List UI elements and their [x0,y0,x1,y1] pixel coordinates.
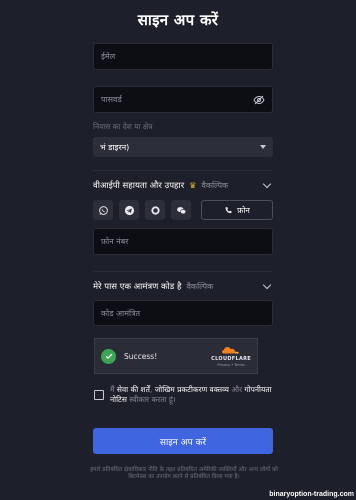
email-field[interactable]: ईमेल [93,43,273,70]
invite-title: मेरे पास एक आमंत्रण कोड है [93,281,182,292]
phone-button[interactable]: फ़ोन [201,200,273,220]
chevron-down-icon[interactable] [262,280,272,289]
email-placeholder: ईमेल [101,52,116,61]
divider [93,271,273,272]
terms-text-3: और [231,385,243,394]
eye-off-icon[interactable] [253,94,265,106]
terms-text-1: मैं [110,385,115,394]
telegram-icon [124,205,134,215]
phone-button-label: फ़ोन [237,205,250,215]
terms-text-4: स्वीकार करता हूं। [129,395,176,404]
vip-optional-label: वैकल्पिक [201,180,229,190]
terms-checkbox[interactable] [94,390,104,400]
captcha-status: Success! [124,351,158,361]
invite-optional-label: वैकल्पिक [186,281,214,291]
crown-icon: ♛ [189,180,197,190]
terms-agreement: मैं सेवा की शर्तें, जोखिम प्रकटीकरण वक्त… [94,385,274,405]
page-title: साइन अप करें [137,11,219,29]
whatsapp-button[interactable] [93,200,113,220]
wechat-icon [176,206,186,214]
wechat-button[interactable] [171,200,191,220]
signup-button[interactable]: साइन अप करें [93,428,273,454]
phone-number-field[interactable]: फ़ोन नंबर [93,228,273,255]
phone-icon [225,206,232,213]
caret-down-icon [260,145,266,149]
whatsapp-icon [98,205,108,215]
check-icon [101,348,116,364]
password-placeholder: पासवर्ड [101,95,122,104]
chevron-down-icon[interactable] [262,179,272,188]
password-field[interactable]: पासवर्ड [93,86,273,113]
watermark: binaryoption-trading.com [269,491,354,498]
country-label: निवास का देश या क्षेत्र [93,122,153,131]
telegram-button[interactable] [119,200,139,220]
signal-button[interactable] [145,200,165,220]
phone-number-placeholder: फ़ोन नंबर [101,237,129,246]
vip-title: वीआईपी सहायता और उपहार [93,180,185,191]
vip-section-header[interactable]: वीआईपी सहायता और उपहार ♛ वैकल्पिक [93,178,273,192]
invite-section-header[interactable]: मेरे पास एक आमंत्रण कोड है वैकल्पिक [93,279,273,293]
terms-text-2: , [149,385,153,394]
invite-code-field[interactable]: कोड आमंत्रित [93,300,273,326]
signup-page: साइन अप करें ईमेल पासवर्ड निवास का देश य… [0,0,356,500]
disclaimer-text: हमारे प्रतिबंधित क्षेत्राधिकार नीति के त… [90,467,278,480]
terms-of-service-link[interactable]: सेवा की शर्तें [117,385,150,394]
cloudflare-brand: CLOUDFLARE [211,356,251,362]
invite-code-placeholder: कोड आमंत्रित [101,308,141,318]
country-value: भं डाइरन) [100,142,130,152]
signup-button-label: साइन अप करें [159,437,207,448]
contact-method-row: फ़ोन [93,200,273,220]
cloudflare-logo: CLOUDFLARE Privacy • Terms [211,345,251,367]
captcha-widget[interactable]: Success! CLOUDFLARE Privacy • Terms [94,338,258,374]
signal-icon [150,205,160,215]
divider [93,170,273,171]
risk-disclosure-link[interactable]: जोखिम प्रकटीकरण वक्तव्य [155,385,229,394]
captcha-links[interactable]: Privacy • Terms [217,363,244,367]
country-select[interactable]: भं डाइरन) [93,137,273,157]
cloudflare-cloud-icon [222,347,240,354]
terms-text: मैं सेवा की शर्तें, जोखिम प्रकटीकरण वक्त… [110,385,274,405]
